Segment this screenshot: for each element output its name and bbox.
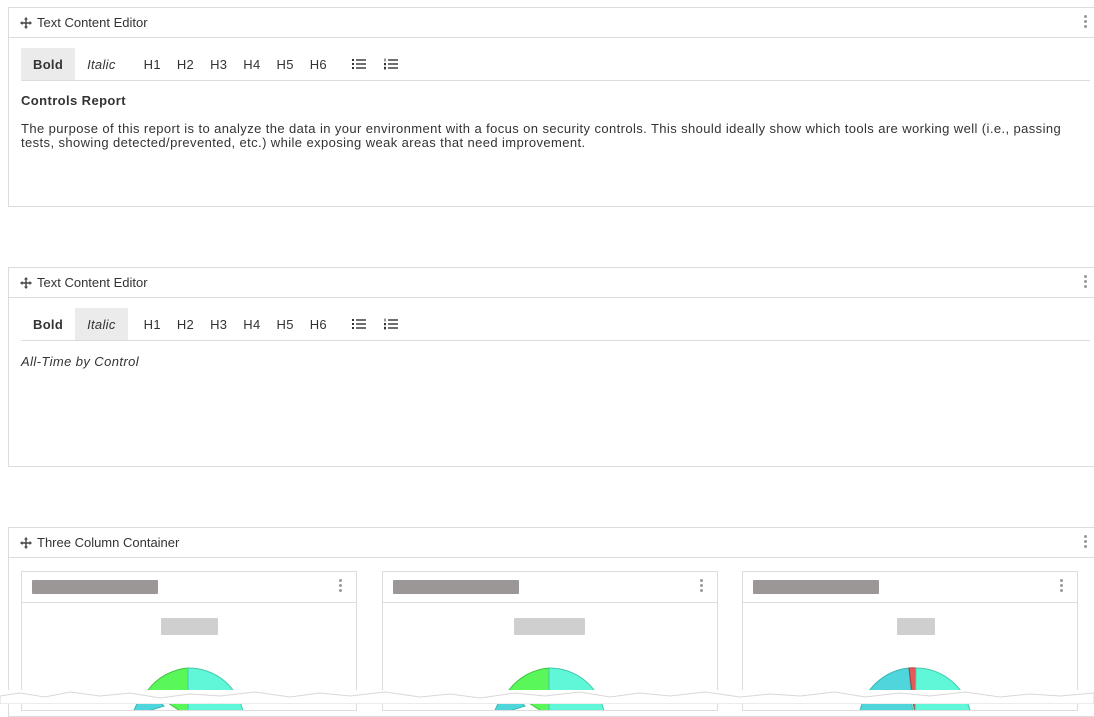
editor-content[interactable]: Controls Report The purpose of this repo… xyxy=(9,94,1094,150)
italic-button[interactable]: Italic xyxy=(75,48,128,80)
content-heading: Controls Report xyxy=(21,93,126,108)
bulleted-list-icon[interactable] xyxy=(343,308,375,340)
text-editor-panel-1: Text Content Editor Bold Italic H1 H2 H3… xyxy=(8,7,1094,207)
h6-button[interactable]: H6 xyxy=(302,48,335,80)
gauge-chart xyxy=(494,667,605,710)
bold-button[interactable]: Bold xyxy=(21,48,76,80)
kebab-menu-icon[interactable] xyxy=(339,579,343,595)
widget-header[interactable] xyxy=(383,572,717,603)
panel-header[interactable]: Text Content Editor xyxy=(9,268,1094,298)
h2-button[interactable]: H2 xyxy=(169,308,202,340)
panel-title: Three Column Container xyxy=(37,535,180,550)
h6-button[interactable]: H6 xyxy=(302,308,335,340)
h1-button[interactable]: H1 xyxy=(136,48,169,80)
move-icon[interactable] xyxy=(19,276,33,290)
content-paragraph: The purpose of this report is to analyze… xyxy=(21,121,1062,150)
bulleted-list-icon[interactable] xyxy=(343,48,375,80)
h5-button[interactable]: H5 xyxy=(269,48,302,80)
kebab-menu-icon[interactable] xyxy=(1084,15,1088,31)
gauge-chart xyxy=(133,667,244,710)
widget-title-placeholder xyxy=(753,580,879,594)
bold-button[interactable]: Bold xyxy=(21,308,75,340)
torn-edge xyxy=(0,690,1094,704)
numbered-list-icon[interactable] xyxy=(375,48,407,80)
kebab-menu-icon[interactable] xyxy=(700,579,704,595)
kebab-menu-icon[interactable] xyxy=(1084,535,1088,551)
h2-button[interactable]: H2 xyxy=(169,48,202,80)
h3-button[interactable]: H3 xyxy=(202,308,235,340)
widget-header[interactable] xyxy=(22,572,356,603)
h1-button[interactable]: H1 xyxy=(136,308,169,340)
widget-title-placeholder xyxy=(32,580,158,594)
kebab-menu-icon[interactable] xyxy=(1084,275,1088,291)
h4-button[interactable]: H4 xyxy=(235,308,268,340)
format-toolbar: Bold Italic H1 H2 H3 H4 H5 H6 xyxy=(21,48,1090,81)
kebab-menu-icon[interactable] xyxy=(1060,579,1064,595)
text-editor-panel-2: Text Content Editor Bold Italic H1 H2 H3… xyxy=(8,267,1094,467)
widget-subtitle-placeholder xyxy=(897,618,935,635)
numbered-list-icon[interactable] xyxy=(375,308,407,340)
panel-header[interactable]: Three Column Container xyxy=(9,528,1094,558)
h3-button[interactable]: H3 xyxy=(202,48,235,80)
widget-subtitle-placeholder xyxy=(514,618,585,635)
panel-header[interactable]: Text Content Editor xyxy=(9,8,1094,38)
h4-button[interactable]: H4 xyxy=(235,48,268,80)
move-icon[interactable] xyxy=(19,536,33,550)
widget-subtitle-placeholder xyxy=(161,618,218,635)
h5-button[interactable]: H5 xyxy=(269,308,302,340)
content-paragraph: All-Time by Control xyxy=(21,354,140,369)
move-icon[interactable] xyxy=(19,16,33,30)
widget-title-placeholder xyxy=(393,580,519,594)
format-toolbar: Bold Italic H1 H2 H3 H4 H5 H6 xyxy=(21,308,1090,341)
italic-button[interactable]: Italic xyxy=(75,308,128,340)
widget-header[interactable] xyxy=(743,572,1077,603)
gauge-chart xyxy=(859,667,971,710)
panel-title: Text Content Editor xyxy=(37,275,148,290)
editor-content[interactable]: All-Time by Control xyxy=(9,355,1094,369)
panel-title: Text Content Editor xyxy=(37,15,148,30)
